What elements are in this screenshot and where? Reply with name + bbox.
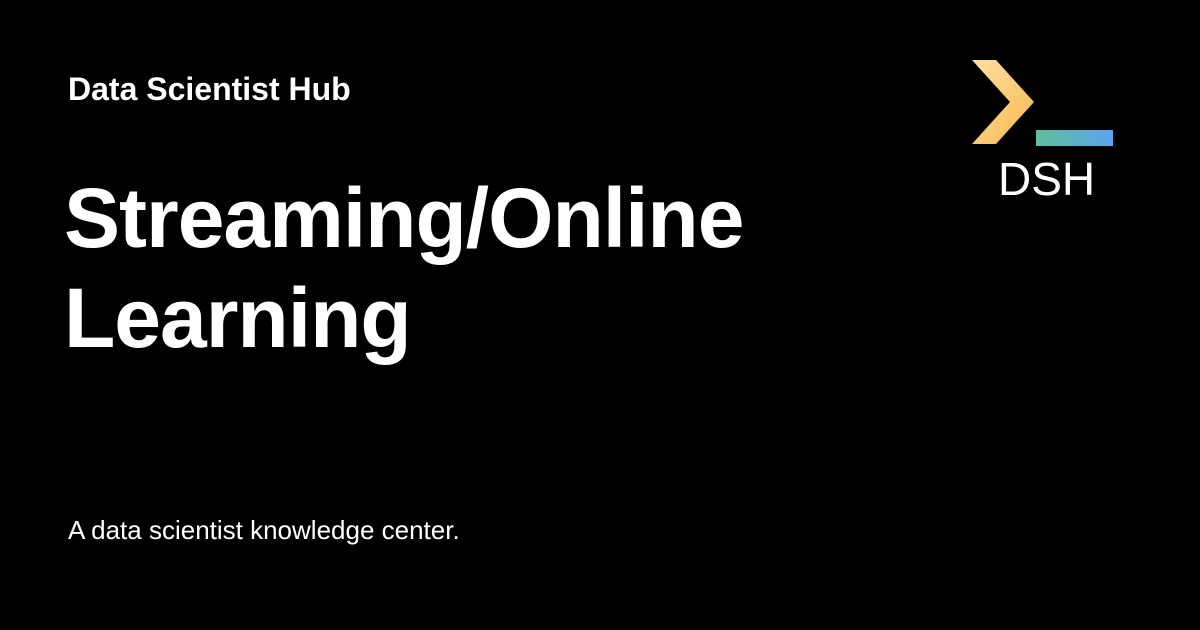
logo-text: DSH (998, 153, 1096, 205)
site-name: Data Scientist Hub (68, 71, 351, 107)
page-title: Streaming/Online Learning (64, 171, 744, 365)
tagline: A data scientist knowledge center. (68, 515, 460, 545)
dsh-logo: DSH (960, 56, 1130, 206)
underscore-bar (1036, 130, 1113, 146)
terminal-prompt-icon (972, 60, 1113, 146)
chevron-icon (972, 60, 1034, 144)
